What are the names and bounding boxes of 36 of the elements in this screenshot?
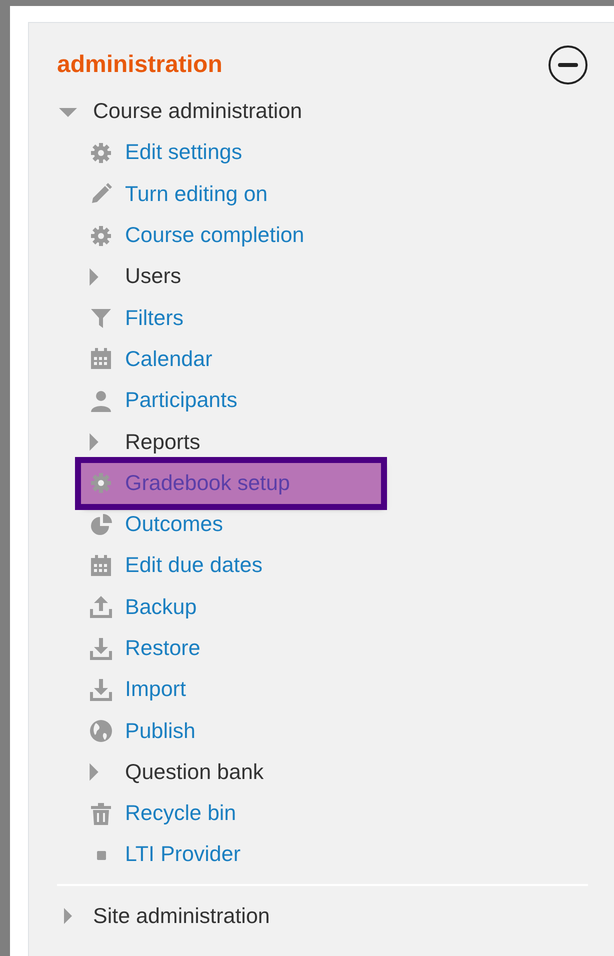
menu-link[interactable]: Edit due dates xyxy=(125,553,262,578)
tree-branch-label[interactable]: Reports xyxy=(125,430,200,455)
gear-icon xyxy=(89,140,113,165)
collapse-icon[interactable] xyxy=(548,45,588,85)
upload-icon xyxy=(89,595,113,620)
pie-chart-icon xyxy=(89,512,113,537)
tree-branch-label[interactable]: Question bank xyxy=(125,760,264,785)
globe-icon xyxy=(89,719,113,744)
menu-link[interactable]: Calendar xyxy=(125,346,212,372)
person-icon xyxy=(89,388,113,413)
calendar-icon xyxy=(89,347,113,372)
menu-link[interactable]: Edit settings xyxy=(125,140,242,166)
tree-branch-label[interactable]: Users xyxy=(125,264,182,290)
download-icon xyxy=(89,678,113,702)
menu-link[interactable]: Publish xyxy=(125,718,196,744)
menu-link[interactable]: Import xyxy=(125,677,186,702)
menu-link[interactable]: Turn editing on xyxy=(125,182,268,207)
tree-branch-label[interactable]: Course administration xyxy=(93,99,302,124)
filter-icon xyxy=(89,306,113,330)
gear-icon xyxy=(89,471,113,496)
gear-icon xyxy=(89,224,113,248)
trash-icon xyxy=(89,802,113,826)
calendar-icon xyxy=(89,554,113,578)
menu-link[interactable]: Backup xyxy=(125,594,197,620)
tree-branch-label[interactable]: Site administration xyxy=(93,904,270,929)
download-icon xyxy=(89,636,113,660)
menu-link[interactable]: Restore xyxy=(125,636,200,661)
menu-link[interactable]: Recycle bin xyxy=(125,801,236,826)
menu-link[interactable]: Gradebook setup xyxy=(125,470,290,496)
menu-link[interactable]: Filters xyxy=(125,306,184,331)
square-bullet-icon xyxy=(96,851,106,860)
menu-link[interactable]: Participants xyxy=(125,388,238,414)
menu-link[interactable]: LTI Provider xyxy=(125,842,240,868)
block-title: administration xyxy=(57,51,222,79)
menu-link[interactable]: Outcomes xyxy=(125,512,223,538)
menu-link[interactable]: Course completion xyxy=(125,223,304,248)
